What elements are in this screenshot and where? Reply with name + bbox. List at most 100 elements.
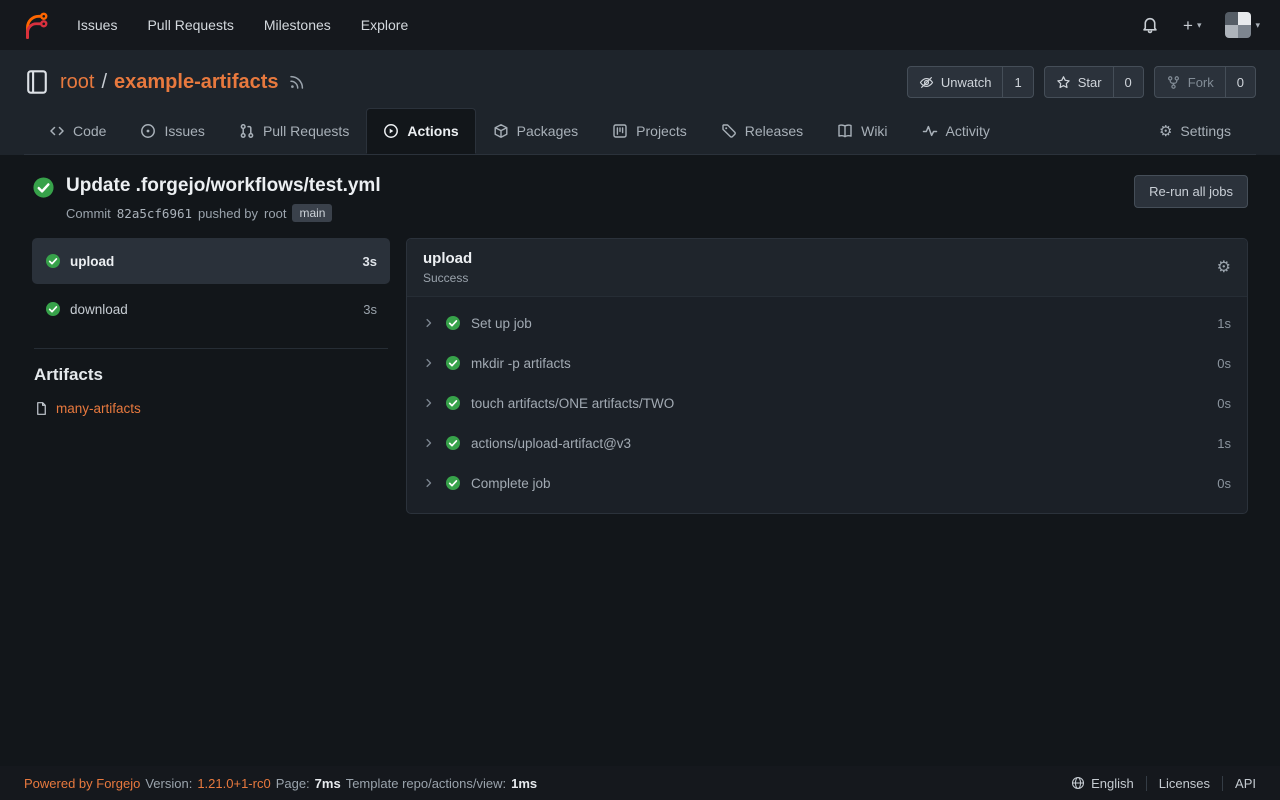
package-icon xyxy=(493,123,509,139)
step-duration: 1s xyxy=(1217,436,1231,451)
fork-count[interactable]: 0 xyxy=(1225,67,1255,97)
step-row[interactable]: touch artifacts/ONE artifacts/TWO 0s xyxy=(407,383,1247,423)
pull-request-icon xyxy=(239,123,255,139)
nav-issues[interactable]: Issues xyxy=(62,17,132,33)
tab-pull-requests[interactable]: Pull Requests xyxy=(222,108,366,154)
rerun-all-jobs-button[interactable]: Re-run all jobs xyxy=(1134,175,1248,208)
check-circle-icon xyxy=(445,315,461,331)
steps-list: Set up job 1s mkdir -p artifacts 0s touc… xyxy=(407,297,1247,513)
rss-icon[interactable] xyxy=(289,74,305,90)
tab-actions[interactable]: Actions xyxy=(366,108,475,154)
check-circle-icon xyxy=(445,395,461,411)
page-time-value: 7ms xyxy=(315,776,341,791)
check-circle-icon xyxy=(445,475,461,491)
language-selector[interactable]: English xyxy=(1059,776,1146,791)
pulse-icon xyxy=(922,123,938,139)
star-button-group: Star 0 xyxy=(1044,66,1144,98)
check-circle-icon xyxy=(445,435,461,451)
chevron-down-icon: ▾ xyxy=(1255,21,1260,30)
job-detail-header: upload Success ⚙ xyxy=(407,239,1247,297)
tab-wiki[interactable]: Wiki xyxy=(820,108,904,154)
check-circle-icon xyxy=(445,355,461,371)
repo-header: root / example-artifacts Unwatch xyxy=(0,50,1280,155)
step-row[interactable]: Set up job 1s xyxy=(407,303,1247,343)
step-row[interactable]: Complete job 0s xyxy=(407,463,1247,503)
nav-explore[interactable]: Explore xyxy=(346,17,423,33)
step-duration: 0s xyxy=(1217,396,1231,411)
tab-projects[interactable]: Projects xyxy=(595,108,704,154)
chevron-right-icon xyxy=(423,397,435,409)
job-detail-panel: upload Success ⚙ Set up job 1s mkdir -p … xyxy=(406,238,1248,514)
breadcrumb: root / example-artifacts xyxy=(60,71,279,94)
step-row[interactable]: mkdir -p artifacts 0s xyxy=(407,343,1247,383)
tab-releases[interactable]: Releases xyxy=(704,108,820,154)
chevron-right-icon xyxy=(423,317,435,329)
step-duration: 1s xyxy=(1217,316,1231,331)
tab-settings[interactable]: ⚙ Settings xyxy=(1142,108,1248,154)
step-name: actions/upload-artifact@v3 xyxy=(471,436,631,451)
powered-by-link[interactable]: Powered by Forgejo xyxy=(24,776,140,791)
artifact-item[interactable]: many-artifacts xyxy=(32,401,390,416)
check-circle-icon xyxy=(45,253,61,269)
job-name: download xyxy=(70,302,128,317)
book-icon xyxy=(837,123,853,139)
user-menu-dropdown[interactable]: ▾ xyxy=(1225,12,1260,38)
fork-icon xyxy=(1166,75,1181,90)
page-time-label: Page: xyxy=(276,776,310,791)
repo-icon xyxy=(24,69,50,95)
nav-milestones[interactable]: Milestones xyxy=(249,17,346,33)
tab-code[interactable]: Code xyxy=(32,108,123,154)
create-new-dropdown[interactable]: + ▾ xyxy=(1183,17,1201,34)
run-sidebar: upload 3s download 3s Artifacts many-art… xyxy=(32,238,390,514)
version-link[interactable]: 1.21.0+1-rc0 xyxy=(197,776,270,791)
issue-icon xyxy=(140,123,156,139)
nav-pull-requests[interactable]: Pull Requests xyxy=(132,17,248,33)
author-link[interactable]: root xyxy=(264,206,286,221)
job-detail-title: upload xyxy=(423,250,472,267)
api-link[interactable]: API xyxy=(1222,776,1256,791)
page-footer: Powered by Forgejo Version: 1.21.0+1-rc0… xyxy=(0,766,1280,800)
star-count[interactable]: 0 xyxy=(1113,67,1143,97)
job-item-download[interactable]: download 3s xyxy=(32,286,390,332)
step-name: mkdir -p artifacts xyxy=(471,356,571,371)
watch-count[interactable]: 1 xyxy=(1002,67,1032,97)
gear-icon: ⚙ xyxy=(1159,124,1172,139)
repo-actions: Unwatch 1 Star 0 xyxy=(907,66,1256,98)
job-name: upload xyxy=(70,254,114,269)
forgejo-logo[interactable] xyxy=(20,10,50,40)
branch-badge[interactable]: main xyxy=(292,204,332,222)
tab-packages[interactable]: Packages xyxy=(476,108,595,154)
repo-name-link[interactable]: example-artifacts xyxy=(114,71,279,94)
commit-label: Commit xyxy=(66,206,111,221)
navbar-right: + ▾ ▾ xyxy=(1141,12,1260,38)
run-success-icon xyxy=(32,176,55,222)
watch-button-group: Unwatch 1 xyxy=(907,66,1034,98)
unwatch-button[interactable]: Unwatch xyxy=(908,67,1003,97)
commit-sha-link[interactable]: 82a5cf6961 xyxy=(117,206,192,221)
version-label: Version: xyxy=(145,776,192,791)
notifications-bell-icon[interactable] xyxy=(1141,16,1159,34)
star-button[interactable]: Star xyxy=(1045,67,1113,97)
template-time-value: 1ms xyxy=(511,776,537,791)
tag-icon xyxy=(721,123,737,139)
step-name: touch artifacts/ONE artifacts/TWO xyxy=(471,396,674,411)
tab-activity[interactable]: Activity xyxy=(905,108,1007,154)
repo-owner-link[interactable]: root xyxy=(60,71,94,94)
step-duration: 0s xyxy=(1217,476,1231,491)
fork-button[interactable]: Fork xyxy=(1155,67,1225,97)
file-icon xyxy=(34,401,49,416)
artifacts-heading: Artifacts xyxy=(32,365,390,385)
chevron-right-icon xyxy=(423,357,435,369)
licenses-link[interactable]: Licenses xyxy=(1146,776,1222,791)
run-title: Update .forgejo/workflows/test.yml xyxy=(66,175,381,197)
artifact-link[interactable]: many-artifacts xyxy=(56,401,141,416)
step-duration: 0s xyxy=(1217,356,1231,371)
top-navbar: Issues Pull Requests Milestones Explore … xyxy=(0,0,1280,50)
job-item-upload[interactable]: upload 3s xyxy=(32,238,390,284)
gear-icon[interactable]: ⚙ xyxy=(1217,260,1231,276)
avatar xyxy=(1225,12,1251,38)
star-icon xyxy=(1056,75,1071,90)
tab-issues[interactable]: Issues xyxy=(123,108,221,154)
step-row[interactable]: actions/upload-artifact@v3 1s xyxy=(407,423,1247,463)
project-board-icon xyxy=(612,123,628,139)
